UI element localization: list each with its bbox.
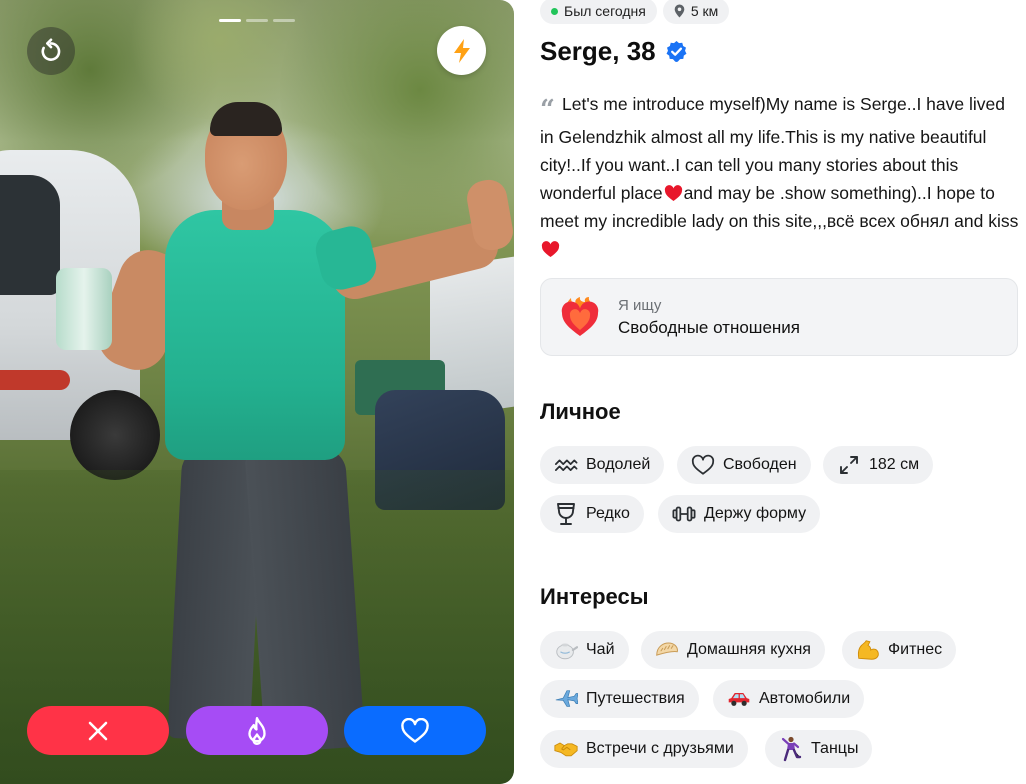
- interest-chip-cars: Автомобили: [713, 680, 865, 718]
- chip-label: Держу форму: [704, 505, 807, 522]
- interest-chip-friends: Встречи с друзьями: [540, 730, 748, 768]
- chip-label: Чай: [586, 641, 615, 658]
- close-icon: [88, 721, 108, 740]
- dumpling-icon: [655, 638, 679, 662]
- photo-page-indicator: [219, 19, 295, 22]
- car-icon: [727, 687, 751, 711]
- chip-label: Танцы: [811, 740, 859, 757]
- interest-chip-tea: Чай: [540, 631, 629, 669]
- photo-person-hair: [210, 102, 282, 136]
- photo-car-window: [0, 175, 60, 295]
- distance-text: 5 км: [690, 3, 719, 19]
- like-button[interactable]: [344, 706, 486, 755]
- section-title-personal: Личное: [540, 399, 621, 424]
- flexed-biceps-icon: [856, 638, 880, 662]
- interest-chip-fitness: Фитнес: [842, 631, 957, 669]
- chip-label: Водолей: [586, 456, 651, 473]
- verified-badge-icon[interactable]: [665, 40, 688, 63]
- heart-icon: [401, 717, 429, 743]
- lightning-icon: [453, 38, 470, 63]
- status-row: Был сегодня 5 км: [540, 0, 730, 24]
- flame-icon: [248, 716, 266, 745]
- interest-chip-travel: Путешествия: [540, 680, 699, 718]
- dumbbell-icon: [672, 502, 696, 526]
- flaming-heart-icon: [561, 297, 599, 336]
- boost-button[interactable]: [437, 26, 486, 75]
- interest-chip-home-cooking: Домашняя кухня: [641, 631, 825, 669]
- profile-name-age: Serge, 38: [540, 36, 656, 66]
- super-like-button[interactable]: [186, 706, 328, 755]
- dislike-button[interactable]: [27, 706, 169, 755]
- photo-indicator-dot[interactable]: [246, 19, 268, 22]
- chip-label: Редко: [586, 505, 630, 522]
- photo-car-wheel: [70, 390, 160, 480]
- personal-chip-fitness: Держу форму: [658, 495, 821, 533]
- photo-indicator-dot[interactable]: [273, 19, 295, 22]
- photo-jar: [56, 268, 112, 350]
- teapot-icon: [554, 638, 578, 662]
- aquarius-icon: [554, 453, 578, 477]
- distance-badge: 5 км: [662, 0, 730, 24]
- heart-outline-icon: [691, 453, 715, 477]
- section-title-interests: Интересы: [540, 584, 649, 609]
- airplane-icon: [554, 687, 578, 711]
- red-heart-icon: [541, 241, 560, 258]
- photo-indicator-dot[interactable]: [219, 19, 241, 22]
- chip-label: Встречи с друзьями: [586, 740, 734, 757]
- chip-label: Фитнес: [888, 641, 943, 658]
- wine-glass-icon: [554, 502, 578, 526]
- quote-icon: “: [540, 95, 555, 125]
- profile-photo[interactable]: [0, 0, 514, 784]
- last-seen-text: Был сегодня: [564, 3, 646, 19]
- online-indicator-icon: [551, 7, 558, 15]
- personal-chip-height: 182 см: [823, 446, 934, 484]
- dancer-icon: [779, 736, 803, 762]
- personal-chip-zodiac: Водолей: [540, 446, 665, 484]
- looking-for-label: Я ищу: [618, 296, 662, 314]
- rewind-button[interactable]: [27, 27, 75, 75]
- chip-label: Путешествия: [586, 690, 685, 707]
- rewind-icon: [41, 38, 61, 61]
- photo-car-light: [0, 370, 70, 390]
- chip-label: 182 см: [869, 456, 920, 473]
- location-pin-icon: [674, 4, 685, 18]
- chip-label: Домашняя кухня: [687, 641, 811, 658]
- personal-chip-alcohol: Редко: [540, 495, 644, 533]
- profile-bio: “Let's me introduce myself)My name is Se…: [540, 90, 1020, 263]
- last-seen-badge: Был сегодня: [540, 0, 657, 24]
- chip-label: Автомобили: [759, 690, 851, 707]
- looking-for-card: Я ищу Свободные отношения: [540, 278, 1018, 356]
- handshake-icon: [554, 737, 578, 761]
- red-heart-icon: [664, 185, 682, 202]
- looking-for-value: Свободные отношения: [618, 317, 800, 337]
- interest-chip-dance: Танцы: [765, 730, 873, 768]
- height-arrows-icon: [837, 453, 861, 477]
- looking-for-text: Я ищу Свободные отношения: [618, 297, 800, 338]
- profile-header: Serge, 38: [540, 36, 688, 67]
- chip-label: Свободен: [723, 456, 797, 473]
- personal-chip-relationship: Свободен: [677, 446, 811, 484]
